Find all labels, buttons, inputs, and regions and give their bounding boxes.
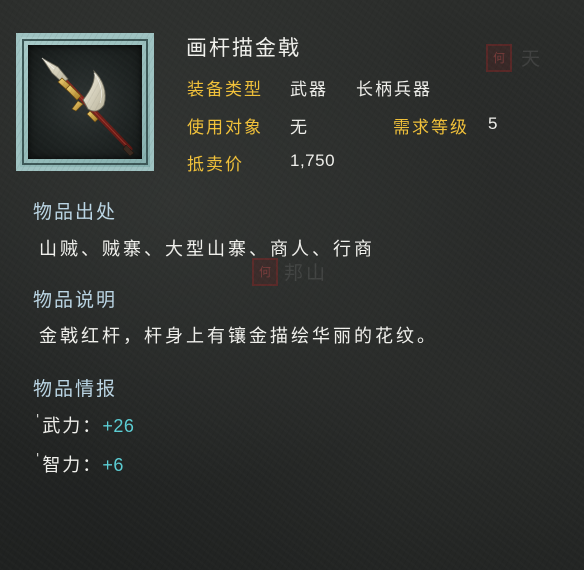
description-section-title: 物品说明 [33, 289, 118, 311]
sell-price-value: 1,750 [290, 151, 336, 170]
item-icon-frame[interactable] [16, 33, 154, 171]
description-section-text: 金戟红杆，杆身上有镶金描绘华丽的花纹。 [39, 326, 438, 347]
halberd-icon [28, 45, 142, 159]
stat-label: 武力： [42, 416, 103, 437]
use-target-value: 无 [290, 118, 309, 138]
equip-type-value-2: 长柄兵器 [356, 80, 432, 100]
sell-price-label: 抵卖价 [187, 155, 244, 175]
watermark-seal: 何 [252, 258, 278, 286]
source-section-text: 山贼、贼寨、大型山寨、商人、行商 [39, 239, 375, 260]
watermark-text: 天 [521, 48, 544, 70]
stat-value: +26 [102, 416, 135, 436]
stat-row: '智力：+6 [36, 451, 124, 477]
required-level-label: 需求等级 [393, 118, 469, 138]
watermark-text: 邦山 [284, 262, 329, 284]
watermark-seal: 何 [486, 44, 512, 72]
source-section-title: 物品出处 [33, 201, 118, 223]
stat-row: '武力：+26 [36, 412, 134, 438]
bullet-icon: ' [36, 412, 42, 426]
required-level-value: 5 [488, 114, 498, 133]
bullet-icon: ' [36, 451, 42, 465]
equip-type-label: 装备类型 [187, 80, 263, 100]
equip-type-value-1: 武器 [290, 80, 328, 100]
stat-label: 智力： [42, 455, 103, 476]
item-name: 画杆描金戟 [186, 36, 301, 60]
stats-section-title: 物品情报 [33, 378, 118, 400]
item-tooltip-panel: 何 天 何 邦山 画杆描金戟 装备类型 武器 长柄兵器 使用对象 无 需求等级 … [0, 0, 584, 570]
use-target-label: 使用对象 [187, 118, 263, 138]
stat-value: +6 [102, 455, 124, 475]
